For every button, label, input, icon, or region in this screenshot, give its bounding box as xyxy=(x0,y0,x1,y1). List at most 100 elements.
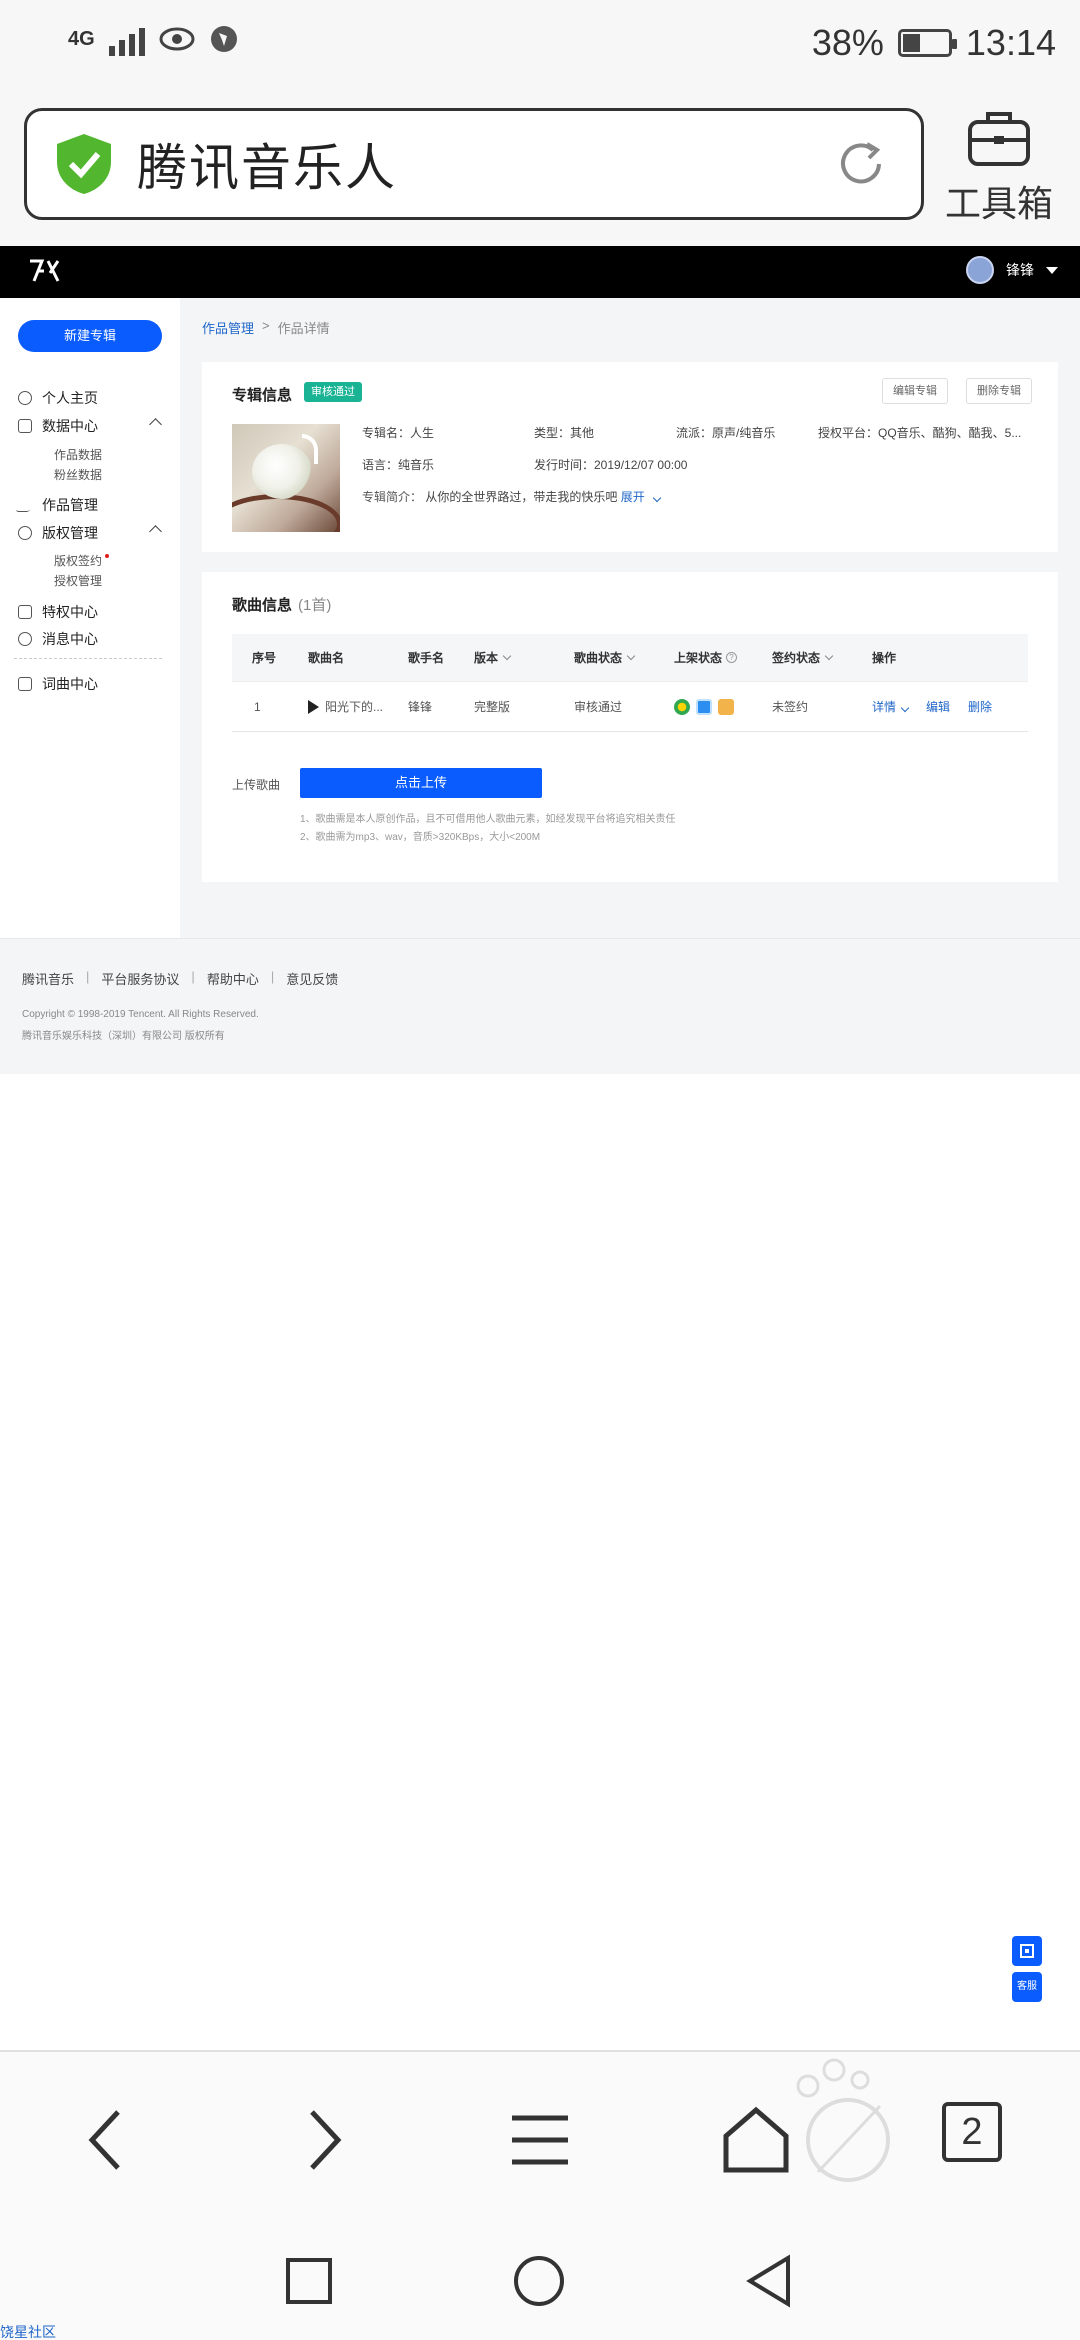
location-icon xyxy=(210,26,237,52)
album-section-title: 专辑信息 xyxy=(232,387,293,404)
browser-toolbar: 腾讯音乐人 工具箱 xyxy=(0,92,1080,246)
kugou-icon xyxy=(696,698,712,715)
document-icon xyxy=(18,677,32,691)
chevron-down-icon xyxy=(626,651,636,660)
column-header-actions: 操作 xyxy=(872,651,897,665)
details-button[interactable]: 详情 xyxy=(872,698,910,715)
album-cover xyxy=(232,424,340,532)
song-name-cell[interactable]: 阳光下的... xyxy=(308,682,383,731)
column-header-sign-status[interactable]: 签约状态 xyxy=(772,634,834,681)
clock: 13:14 xyxy=(965,22,1056,63)
column-header-song-status[interactable]: 歌曲状态 xyxy=(574,634,636,681)
column-header-shelf-label: 上架状态 xyxy=(674,651,723,665)
song-version: 完整版 xyxy=(474,700,511,714)
qr-code-button[interactable] xyxy=(1012,1936,1042,1966)
site-footer: 腾讯音乐 | 平台服务协议 | 帮助中心 | 意见反馈 Copyright © … xyxy=(0,938,1080,1074)
songs-table: 序号 歌曲名 歌手名 版本 歌曲状态 上架状态? 签约状态 操作 1 阳光下的.… xyxy=(232,634,1028,732)
address-bar[interactable]: 腾讯音乐人 xyxy=(24,108,924,220)
footer-link[interactable]: 腾讯音乐 xyxy=(22,969,74,988)
breadcrumb-parent[interactable]: 作品管理 xyxy=(202,318,254,337)
customer-service-button[interactable]: 客服 xyxy=(1012,1972,1042,2002)
sidebar-sub-signing[interactable]: 版权签约 xyxy=(54,552,110,569)
play-icon[interactable] xyxy=(308,699,319,714)
back-icon[interactable] xyxy=(66,2100,146,2180)
sidebar-item-works[interactable]: 作品管理 xyxy=(0,495,180,515)
sidebar-sub-authorization[interactable]: 授权管理 xyxy=(54,572,102,589)
menu-icon[interactable] xyxy=(500,2100,580,2180)
songs-count: (1首) xyxy=(298,597,332,614)
sidebar-item-label: 数据中心 xyxy=(42,418,98,434)
expand-link[interactable]: 展开 xyxy=(621,490,662,504)
sidebar-item-lyrics[interactable]: 词曲中心 xyxy=(0,674,180,694)
sidebar-item-label: 作品管理 xyxy=(42,497,98,513)
column-header-version[interactable]: 版本 xyxy=(474,634,512,681)
home-circle-icon[interactable] xyxy=(512,2254,566,2308)
sidebar-item-label: 版权管理 xyxy=(42,525,98,541)
logo-icon xyxy=(30,259,60,282)
footer-links: 腾讯音乐 | 平台服务协议 | 帮助中心 | 意见反馈 xyxy=(22,969,338,988)
column-header-shelf-status: 上架状态? xyxy=(674,634,738,681)
kuwo-icon xyxy=(718,698,734,715)
breadcrumb: 作品管理 > 作品详情 xyxy=(202,318,330,337)
chevron-down-icon xyxy=(900,703,910,713)
footer-link[interactable]: 平台服务协议 xyxy=(101,969,179,988)
upload-label: 上传歌曲 xyxy=(232,778,281,792)
album-type: 类型：其他 xyxy=(534,426,595,440)
sidebar-sub-works-data[interactable]: 作品数据 xyxy=(54,446,102,463)
details-label: 详情 xyxy=(872,700,897,714)
breadcrumb-separator: > xyxy=(262,318,270,333)
battery-percent: 38% xyxy=(811,22,884,63)
chevron-up-icon xyxy=(149,525,162,538)
upload-button[interactable]: 点击上传 xyxy=(300,768,542,798)
forward-icon[interactable] xyxy=(284,2100,364,2180)
copyright-text: Copyright © 1998-2019 Tencent. All Right… xyxy=(22,1009,259,1020)
user-menu[interactable]: 锋锋 xyxy=(966,256,1058,284)
site-header: 锋锋 xyxy=(0,246,1080,298)
user-icon xyxy=(18,391,32,405)
sidebar-item-copyright[interactable]: 版权管理 xyxy=(0,523,180,543)
upload-note-2: 2、歌曲需为mp3、wav，音质>320KBps，大小<200M xyxy=(300,832,541,843)
toolbox-icon xyxy=(968,112,1030,166)
copyright-icon xyxy=(18,526,32,540)
sidebar-item-home[interactable]: 个人主页 xyxy=(0,388,180,408)
column-header-singer: 歌手名 xyxy=(408,651,445,665)
row-index: 1 xyxy=(254,699,261,714)
sidebar-item-privilege[interactable]: 特权中心 xyxy=(0,602,180,622)
site-logo[interactable] xyxy=(28,259,62,289)
network-type: 4G xyxy=(68,28,95,50)
reload-icon[interactable] xyxy=(831,134,891,194)
chart-icon xyxy=(18,419,32,433)
songs-title-label: 歌曲信息 xyxy=(232,597,293,614)
recent-apps-icon[interactable] xyxy=(284,2256,334,2306)
delete-album-button[interactable]: 删除专辑 xyxy=(966,378,1032,404)
column-header-sign-label: 签约状态 xyxy=(772,651,821,665)
delete-song-button[interactable]: 删除 xyxy=(968,698,992,715)
intro-label: 专辑简介： xyxy=(362,490,423,504)
back-triangle-icon[interactable] xyxy=(744,2254,794,2308)
sidebar-divider xyxy=(14,658,162,659)
footer-link[interactable]: 帮助中心 xyxy=(207,969,259,988)
sidebar-item-messages[interactable]: 消息中心 xyxy=(0,629,180,649)
edit-album-button[interactable]: 编辑专辑 xyxy=(882,378,948,404)
qr-code-icon xyxy=(1020,1944,1034,1958)
toolbox-button[interactable]: 工具箱 xyxy=(944,106,1054,227)
home-icon[interactable] xyxy=(716,2100,796,2180)
eye-icon xyxy=(159,27,195,51)
song-name: 阳光下的... xyxy=(325,700,384,714)
new-album-button[interactable]: 新建专辑 xyxy=(18,320,162,352)
sidebar-item-data[interactable]: 数据中心 xyxy=(0,416,180,436)
footer-link[interactable]: 意见反馈 xyxy=(286,969,338,988)
intro-text: 从你的全世界路过，带走我的快乐吧 xyxy=(425,490,618,504)
column-header-version-label: 版本 xyxy=(474,651,499,665)
tab-count-button[interactable]: 2 xyxy=(942,2102,1002,2162)
sidebar-item-label: 消息中心 xyxy=(42,631,98,647)
help-icon[interactable]: ? xyxy=(726,652,738,663)
singer-name: 锋锋 xyxy=(408,700,433,714)
sign-status: 未签约 xyxy=(772,700,809,714)
edit-song-button[interactable]: 编辑 xyxy=(926,698,950,715)
sidebar-sub-fans-data[interactable]: 粉丝数据 xyxy=(54,466,102,483)
album-name: 专辑名：人生 xyxy=(362,426,435,440)
secure-shield-icon xyxy=(57,134,111,194)
chevron-down-icon xyxy=(502,651,512,660)
corner-watermark: 饶星社区 xyxy=(0,2324,56,2340)
